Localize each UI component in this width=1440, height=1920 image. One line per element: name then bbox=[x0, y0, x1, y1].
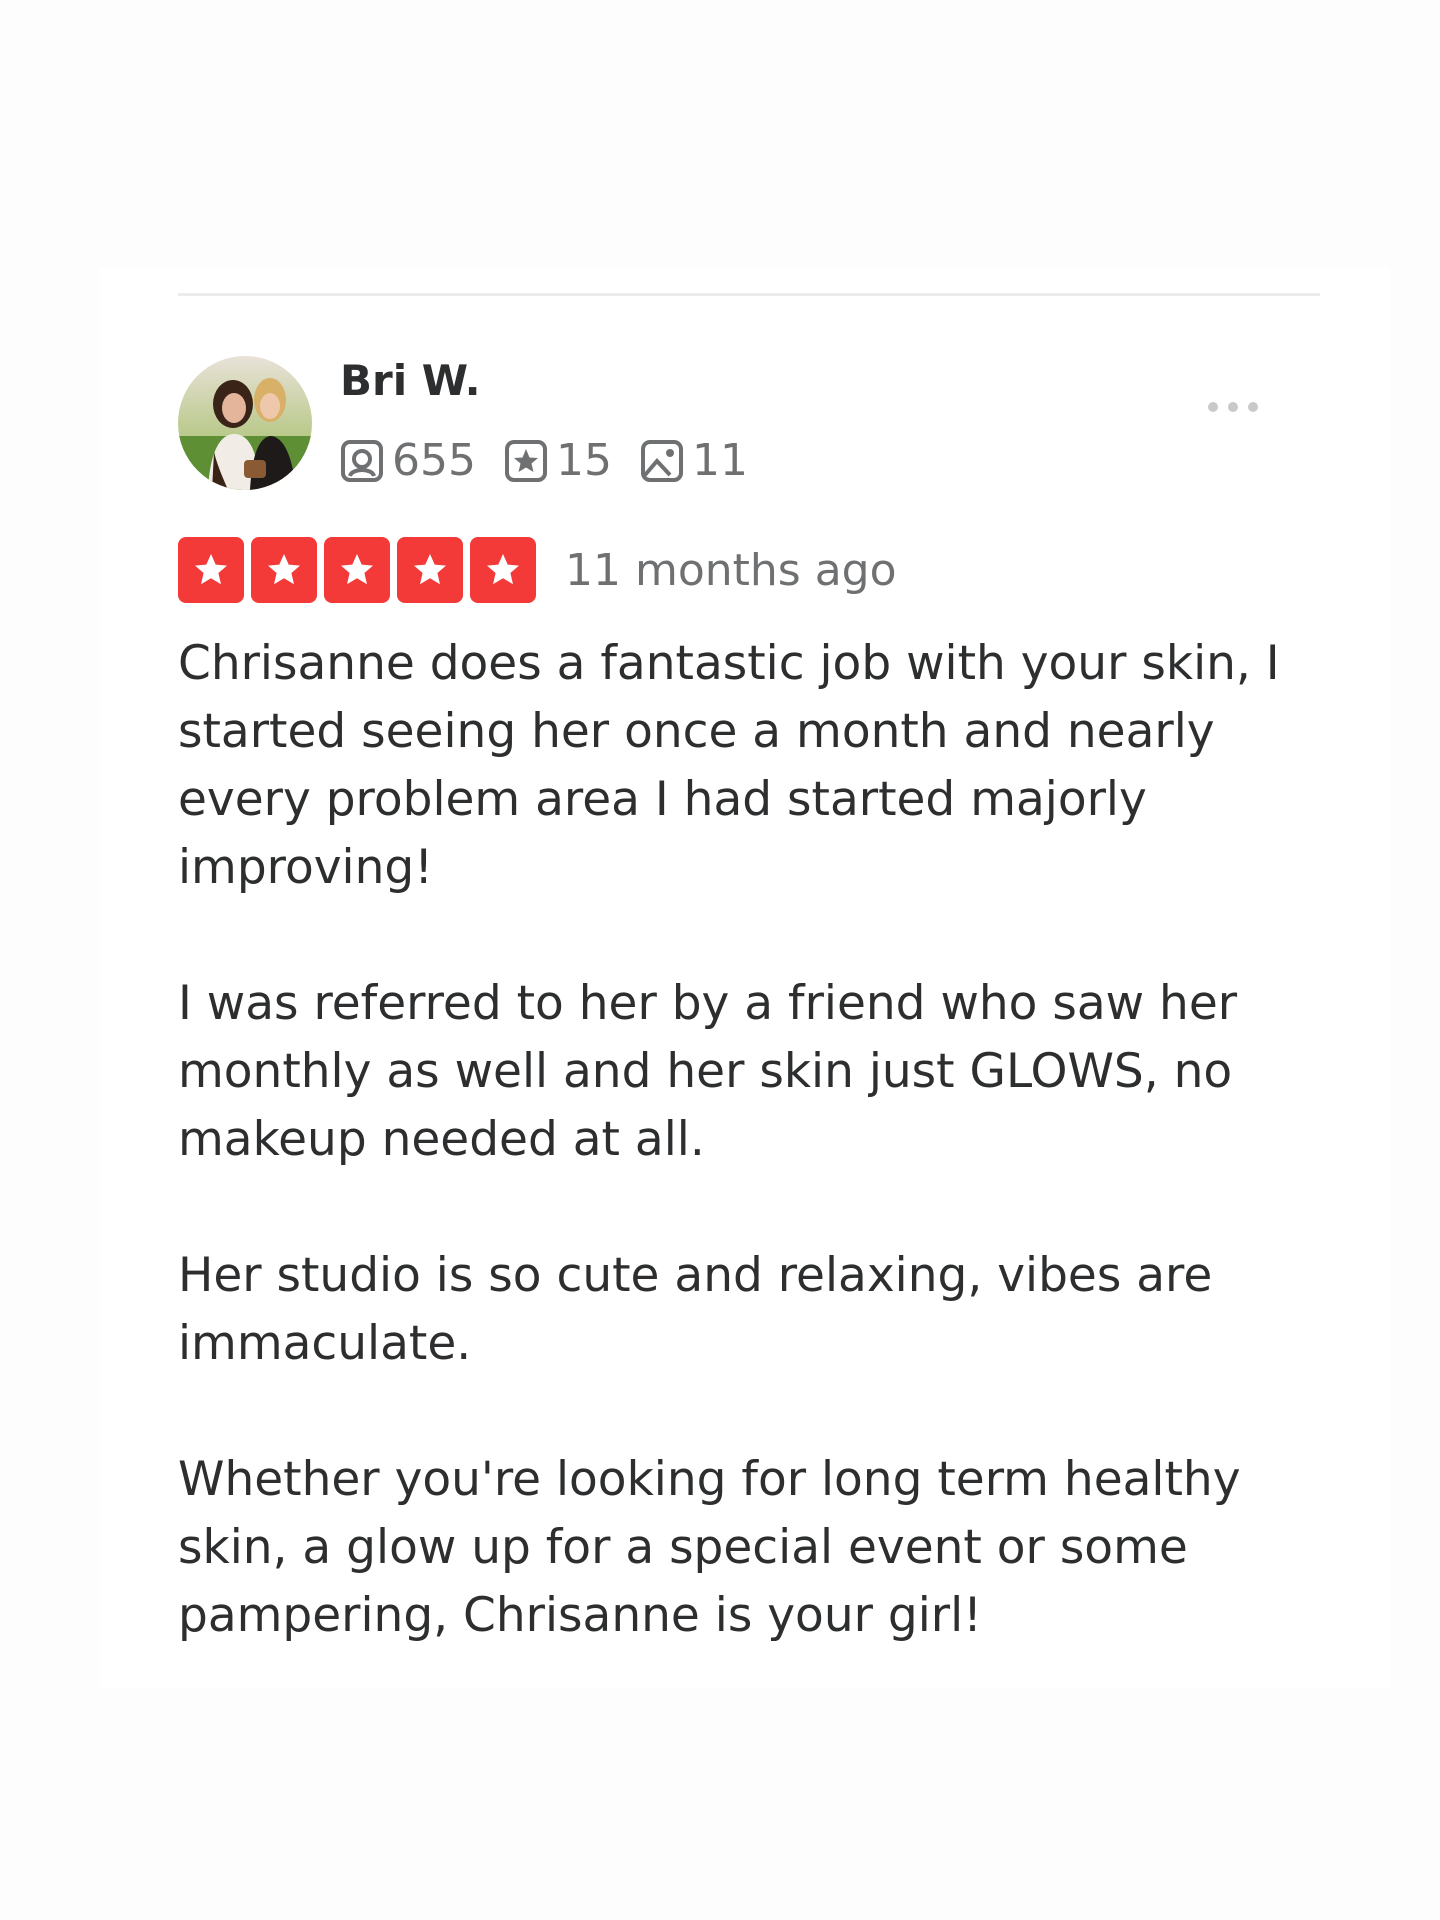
star-icon bbox=[397, 537, 463, 603]
more-dot bbox=[1248, 402, 1258, 412]
more-dot bbox=[1228, 402, 1238, 412]
review-paragraph: Chrisanne does a fantastic job with your… bbox=[178, 636, 1280, 895]
photo-count: 11 bbox=[640, 431, 748, 491]
star-icon bbox=[324, 537, 390, 603]
more-dot bbox=[1208, 402, 1218, 412]
review-paragraph: I was referred to her by a friend who sa… bbox=[178, 976, 1238, 1167]
elite-count: 15 bbox=[504, 431, 612, 491]
review-time: 11 months ago bbox=[565, 544, 897, 596]
star-icon bbox=[178, 537, 244, 603]
photo-count-value: 11 bbox=[691, 435, 748, 486]
avatar[interactable] bbox=[178, 356, 312, 490]
star-rating: 11 months ago bbox=[178, 537, 897, 603]
star-icon bbox=[470, 537, 536, 603]
photo-icon bbox=[640, 440, 683, 482]
review-count-value: 655 bbox=[392, 435, 476, 486]
more-options-icon[interactable] bbox=[1208, 402, 1258, 412]
review-paragraph: Her studio is so cute and relaxing, vibe… bbox=[178, 1248, 1213, 1371]
elite-count-value: 15 bbox=[555, 435, 612, 486]
divider bbox=[178, 293, 1320, 296]
review-count: 655 bbox=[340, 431, 476, 491]
star-badge-icon bbox=[504, 440, 547, 482]
review-text: Chrisanne does a fantastic job with your… bbox=[178, 630, 1328, 1718]
author-stats: 655 15 11 bbox=[340, 431, 776, 491]
review-paragraph: Whether you're looking for long term hea… bbox=[178, 1452, 1241, 1643]
author-name[interactable]: Bri W. bbox=[340, 356, 481, 406]
star-icon bbox=[251, 537, 317, 603]
review-count-icon bbox=[341, 440, 383, 482]
stars bbox=[178, 537, 543, 603]
